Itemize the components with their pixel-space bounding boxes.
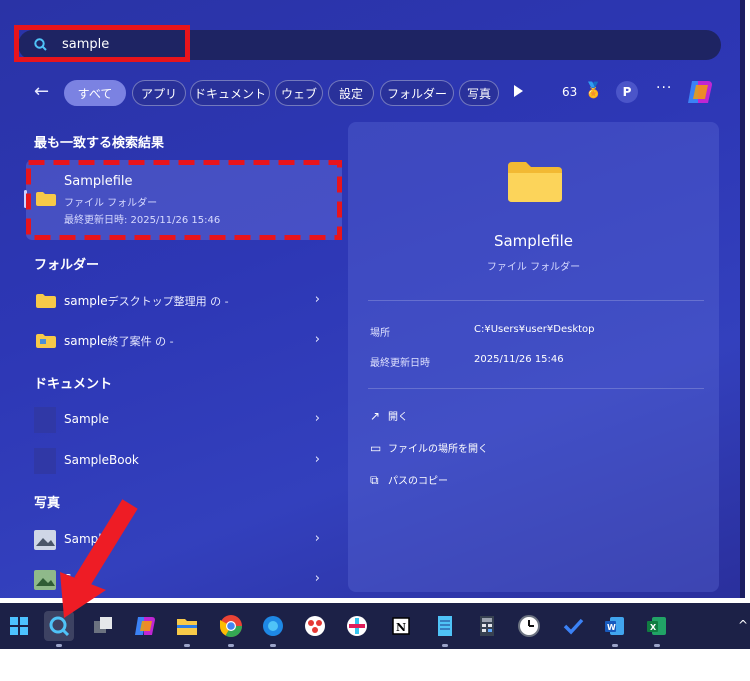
copy-icon: ⧉ <box>370 473 379 487</box>
chevron-right-icon[interactable]: › <box>315 411 320 426</box>
best-match-heading: 最も一致する検索結果 <box>34 136 165 151</box>
chip-web[interactable]: ウェブ <box>275 80 323 106</box>
word-icon[interactable]: W <box>600 611 630 647</box>
copilot-icon[interactable] <box>686 79 714 105</box>
detail-title: Samplefile <box>493 232 574 250</box>
photo-thumbnail <box>34 530 56 550</box>
calculator-icon[interactable] <box>472 611 502 641</box>
chip-settings[interactable]: 設定 <box>328 80 374 106</box>
open-location-action[interactable]: ▭ ファイルの場所を開く <box>370 440 488 455</box>
copy-path-action[interactable]: ⧉ パスのコピー <box>370 472 448 488</box>
location-value: C:¥Users¥user¥Desktop <box>474 324 595 335</box>
chip-apps[interactable]: アプリ <box>132 80 186 106</box>
running-indicator <box>184 644 190 647</box>
running-indicator <box>654 644 660 647</box>
large-folder-icon <box>508 162 562 202</box>
chevron-up-icon[interactable]: ^ <box>738 618 748 632</box>
red-arrow-annotation <box>60 499 138 618</box>
list-item-folder[interactable]: sample終了案件 の - › <box>26 324 332 358</box>
running-indicator <box>270 644 276 647</box>
detail-subtitle: ファイル フォルダー <box>486 262 581 273</box>
highlight-box-search <box>14 25 190 62</box>
more-icon[interactable]: ··· <box>656 80 672 96</box>
chip-documents[interactable]: ドキュメント <box>190 80 270 106</box>
file-explorer-icon[interactable] <box>172 611 202 647</box>
chip-photos[interactable]: 写真 <box>459 80 499 106</box>
chip-folders[interactable]: フォルダー <box>380 80 454 106</box>
photos-heading: 写真 <box>34 496 61 511</box>
avatar[interactable]: P <box>616 81 638 103</box>
divider <box>368 300 704 301</box>
folder-detail: デスクトップ整理用 の - <box>107 295 229 308</box>
document-thumbnail <box>34 407 56 433</box>
divider <box>368 388 704 389</box>
list-item-folder[interactable]: sampleデスクトップ整理用 の - › <box>26 284 332 318</box>
modified-value: 2025/11/26 15:46 <box>474 354 564 365</box>
chevron-right-icon[interactable]: › <box>315 332 320 347</box>
windows-start-icon[interactable] <box>4 611 34 641</box>
chrome-icon[interactable] <box>216 611 246 647</box>
document-thumbnail <box>34 448 56 474</box>
highlight-box-best-match <box>26 160 342 240</box>
folder-icon <box>36 334 56 348</box>
chevron-right-icon[interactable]: › <box>315 531 320 546</box>
open-label: 開く <box>388 412 408 423</box>
open-action[interactable]: ↗ 開く <box>370 408 408 423</box>
folder-name: sample <box>64 294 108 308</box>
copy-path-label: パスのコピー <box>388 476 448 487</box>
slack-icon[interactable] <box>342 611 372 641</box>
clock-icon[interactable] <box>514 611 544 641</box>
filter-bar: ← すべて アプリ ドキュメント ウェブ 設定 フォルダー 写真 63 🏅 P … <box>0 78 745 108</box>
medal-icon[interactable]: 🏅 <box>584 81 603 99</box>
document-label: SampleBook <box>64 453 139 467</box>
chevron-right-icon[interactable]: › <box>315 292 320 307</box>
todo-icon[interactable] <box>558 611 588 641</box>
folder-name: sample <box>64 334 108 348</box>
svg-text:N: N <box>396 621 406 634</box>
folder-label: sample終了案件 の - <box>64 333 174 349</box>
folder-label: sampleデスクトップ整理用 の - <box>64 293 229 309</box>
back-arrow-icon[interactable]: ← <box>34 81 49 102</box>
points-count: 63 <box>562 85 578 99</box>
svg-text:W: W <box>607 623 616 632</box>
list-item-document[interactable]: SampleBook › <box>26 444 332 478</box>
folder-icon <box>36 294 56 308</box>
active-indicator <box>56 644 62 647</box>
svg-text:X: X <box>650 623 657 632</box>
running-indicator <box>228 644 234 647</box>
chip-all[interactable]: すべて <box>64 80 126 106</box>
documents-heading: ドキュメント <box>34 377 113 392</box>
running-indicator <box>442 644 448 647</box>
chevron-right-icon[interactable]: › <box>315 452 320 467</box>
play-icon[interactable] <box>514 85 523 97</box>
location-label: 場所 <box>370 328 390 339</box>
open-external-icon: ↗ <box>370 409 381 423</box>
photo-thumbnail <box>34 570 56 590</box>
edge-icon[interactable] <box>258 611 288 647</box>
detail-pane: Samplefile ファイル フォルダー 場所 C:¥Users¥user¥D… <box>348 122 719 592</box>
notepad-icon[interactable] <box>430 611 460 647</box>
modified-label: 最終更新日時 <box>370 358 430 369</box>
folder-detail: 終了案件 の - <box>107 335 174 348</box>
running-indicator <box>612 644 618 647</box>
folders-heading: フォルダー <box>34 258 100 273</box>
open-location-label: ファイルの場所を開く <box>388 444 488 455</box>
notion-icon[interactable]: N <box>386 611 416 641</box>
folder-outline-icon: ▭ <box>370 441 382 455</box>
document-label: Sample <box>64 412 109 426</box>
excel-icon[interactable]: X <box>642 611 672 647</box>
app-icon[interactable] <box>300 611 330 641</box>
chevron-right-icon[interactable]: › <box>315 571 320 586</box>
list-item-document[interactable]: Sample › <box>26 403 332 437</box>
